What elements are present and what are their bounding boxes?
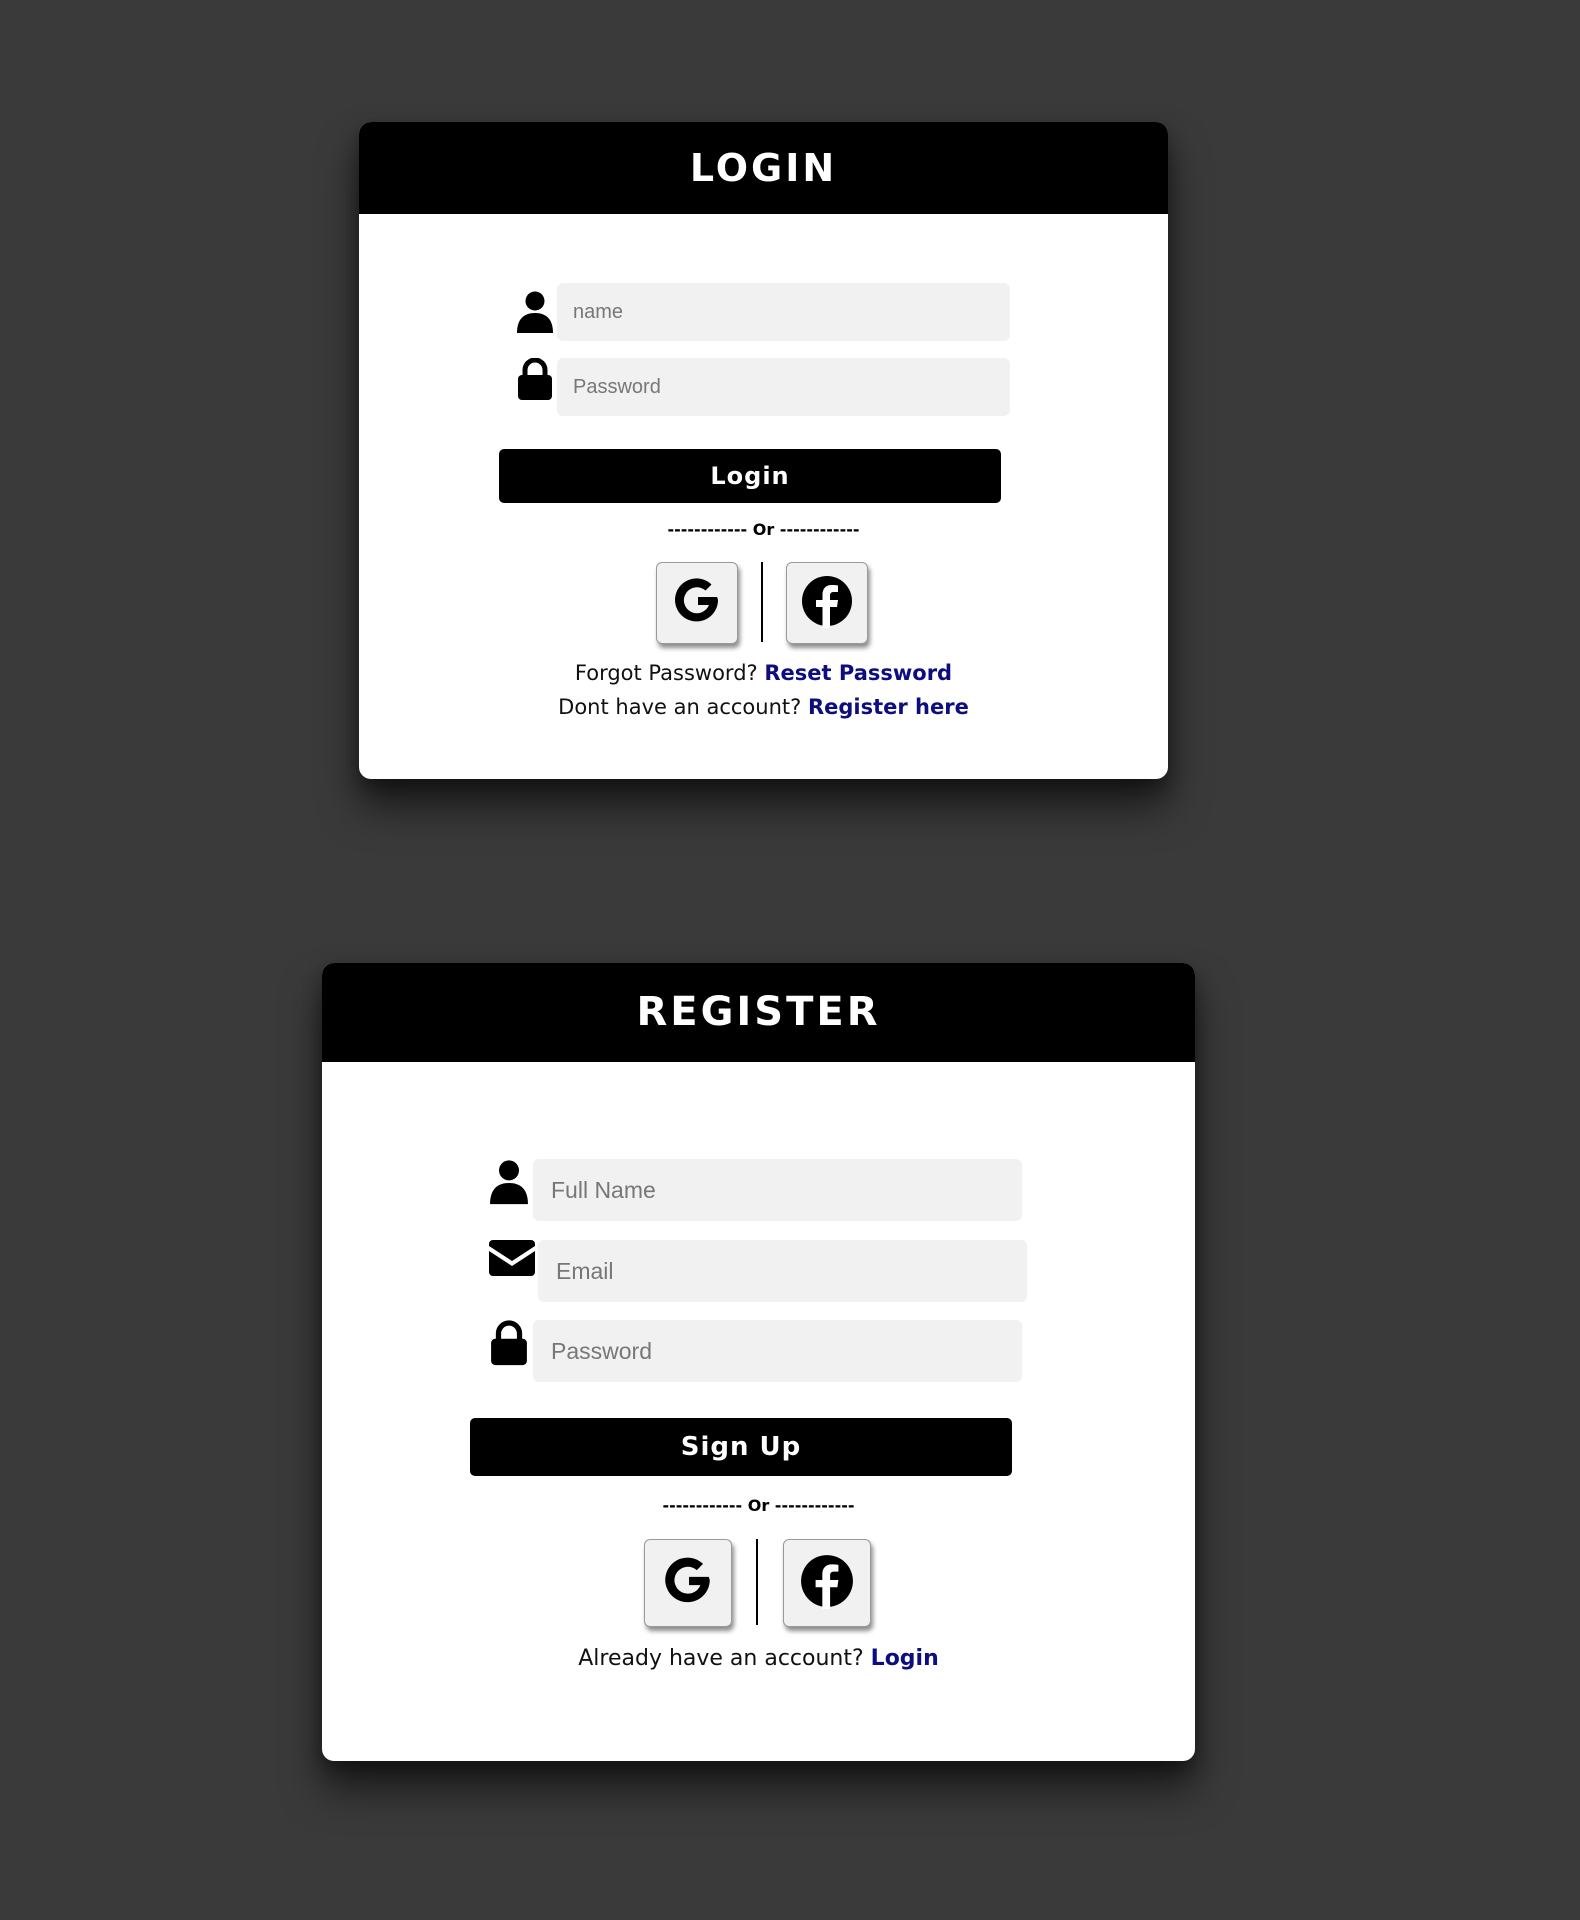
register-card: REGISTER Sign Up --- — [322, 963, 1195, 1761]
google-icon — [659, 1552, 717, 1615]
register-login-line: Already have an account? Login — [322, 1646, 1195, 1671]
register-fullname-input[interactable] — [533, 1159, 1022, 1221]
register-password-input[interactable] — [533, 1320, 1022, 1382]
register-email-row — [485, 1240, 1027, 1302]
facebook-icon — [800, 574, 854, 633]
register-password-row — [485, 1320, 1022, 1382]
register-here-link[interactable]: Register here — [808, 695, 969, 719]
no-account-text: Dont have an account? — [558, 695, 802, 719]
signup-button[interactable]: Sign Up — [470, 1418, 1012, 1476]
user-icon — [513, 283, 557, 341]
register-fullname-row — [485, 1159, 1022, 1221]
reset-password-link[interactable]: Reset Password — [764, 661, 952, 685]
register-email-input[interactable] — [538, 1240, 1027, 1302]
lock-icon — [513, 358, 557, 416]
login-password-input[interactable] — [557, 358, 1010, 416]
user-icon — [485, 1159, 533, 1221]
google-icon — [669, 573, 725, 634]
login-or-divider: ------------ Or ------------ — [667, 520, 860, 539]
login-facebook-button[interactable] — [786, 562, 868, 644]
forgot-password-text: Forgot Password? — [574, 661, 758, 685]
register-social-separator — [756, 1539, 758, 1625]
login-password-row — [513, 358, 1010, 416]
login-title: LOGIN — [689, 146, 838, 190]
register-or-divider: ------------ Or ------------ — [662, 1496, 855, 1515]
register-facebook-button[interactable] — [783, 1539, 871, 1627]
login-header: LOGIN — [359, 122, 1168, 214]
login-forgot-line: Forgot Password? Reset Password — [359, 661, 1168, 685]
login-button[interactable]: Login — [499, 449, 1001, 503]
login-card: LOGIN Login ------------ Or ------------ — [359, 122, 1168, 779]
login-register-line: Dont have an account? Register here — [359, 695, 1168, 719]
login-google-button[interactable] — [656, 562, 738, 644]
register-header: REGISTER — [322, 963, 1195, 1062]
login-name-row — [513, 283, 1010, 341]
register-google-button[interactable] — [644, 1539, 732, 1627]
facebook-icon — [799, 1553, 855, 1614]
lock-icon — [485, 1320, 533, 1382]
register-title: REGISTER — [636, 989, 881, 1035]
login-link[interactable]: Login — [871, 1646, 939, 1671]
login-name-input[interactable] — [557, 283, 1010, 341]
login-social-separator — [761, 562, 763, 642]
envelope-icon — [485, 1240, 538, 1302]
have-account-text: Already have an account? — [578, 1646, 864, 1671]
